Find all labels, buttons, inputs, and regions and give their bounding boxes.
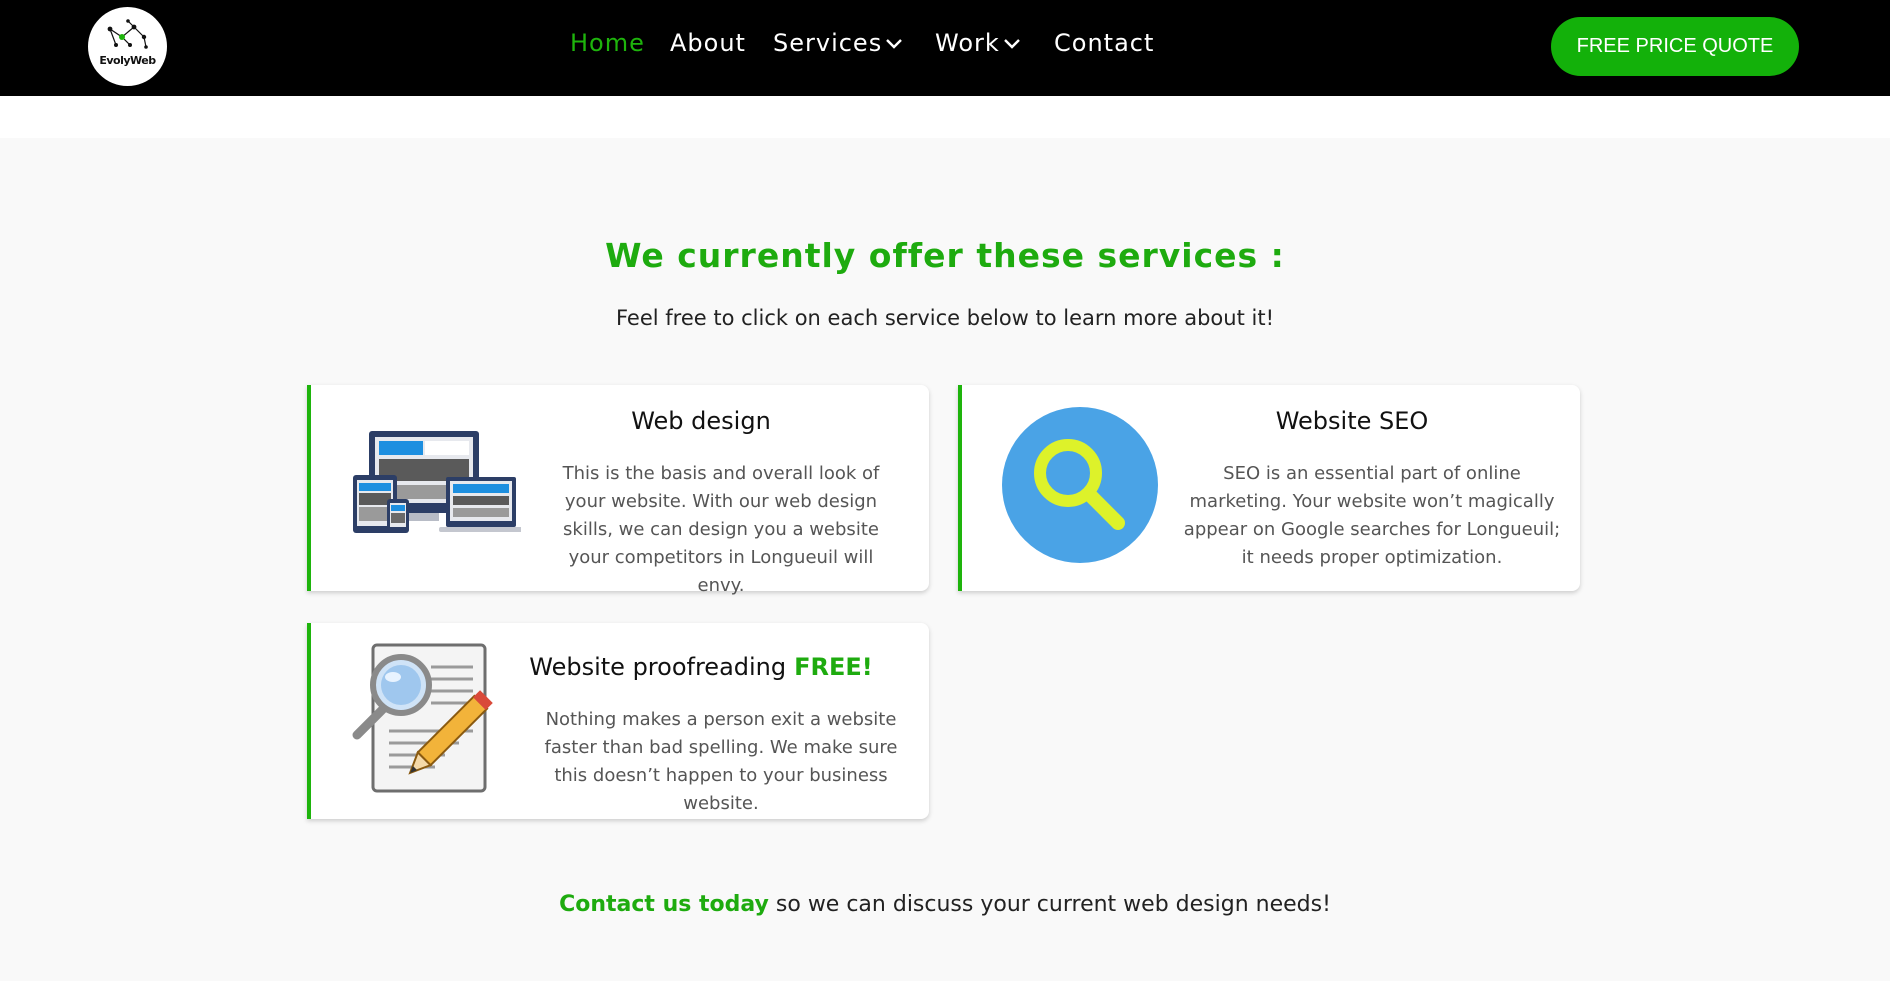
contact-cta-line: Contact us today so we can discuss your … <box>0 892 1890 917</box>
card-description: This is the basis and overall look of yo… <box>562 463 880 596</box>
nav-work[interactable]: Work <box>935 29 1020 57</box>
nav-services[interactable]: Services <box>773 29 903 57</box>
card-description: Nothing makes a person exit a website fa… <box>544 709 898 814</box>
nav-about[interactable]: About <box>670 29 746 57</box>
card-description: SEO is an essential part of online marke… <box>1183 463 1561 568</box>
network-logo-icon <box>107 19 148 49</box>
section-title: We currently offer these services : <box>605 236 1285 275</box>
free-price-quote-button[interactable]: FREE PRICE QUOTE <box>1551 17 1799 76</box>
header-spacer <box>0 96 1890 138</box>
chevron-down-icon <box>886 39 903 49</box>
service-card-seo[interactable]: Website SEO SEO is an essential part of … <box>958 385 1580 591</box>
nav-services-label: Services <box>773 29 883 57</box>
contact-us-link[interactable]: Contact us today <box>559 892 769 917</box>
nav-home[interactable]: Home <box>570 29 645 57</box>
magnifier-icon <box>1002 407 1158 563</box>
card-title: Website proofreading FREE! <box>491 653 911 681</box>
logo-text: EvolyWeb <box>99 54 156 67</box>
section-subtitle: Feel free to click on each service below… <box>615 306 1274 330</box>
card-title: Web design <box>631 407 771 435</box>
nav-work-label: Work <box>935 29 1000 57</box>
responsive-devices-icon <box>353 431 521 533</box>
service-card-proofreading[interactable]: Website proofreading FREE! Nothing makes … <box>307 623 929 819</box>
contact-cta-text: so we can discuss your current web desig… <box>768 892 1331 917</box>
chevron-down-icon <box>1003 39 1020 49</box>
nav-contact[interactable]: Contact <box>1054 29 1154 57</box>
site-header: EvolyWeb Home About Services Work Contac… <box>0 0 1890 96</box>
card-title-text: Website proofreading <box>529 653 787 681</box>
service-card-web-design[interactable]: Web design This is the basis and overall… <box>307 385 929 596</box>
proofreading-icon <box>352 643 493 793</box>
free-badge: FREE! <box>794 653 873 681</box>
logo[interactable]: EvolyWeb <box>88 7 167 86</box>
card-title: Website SEO <box>1275 407 1429 435</box>
